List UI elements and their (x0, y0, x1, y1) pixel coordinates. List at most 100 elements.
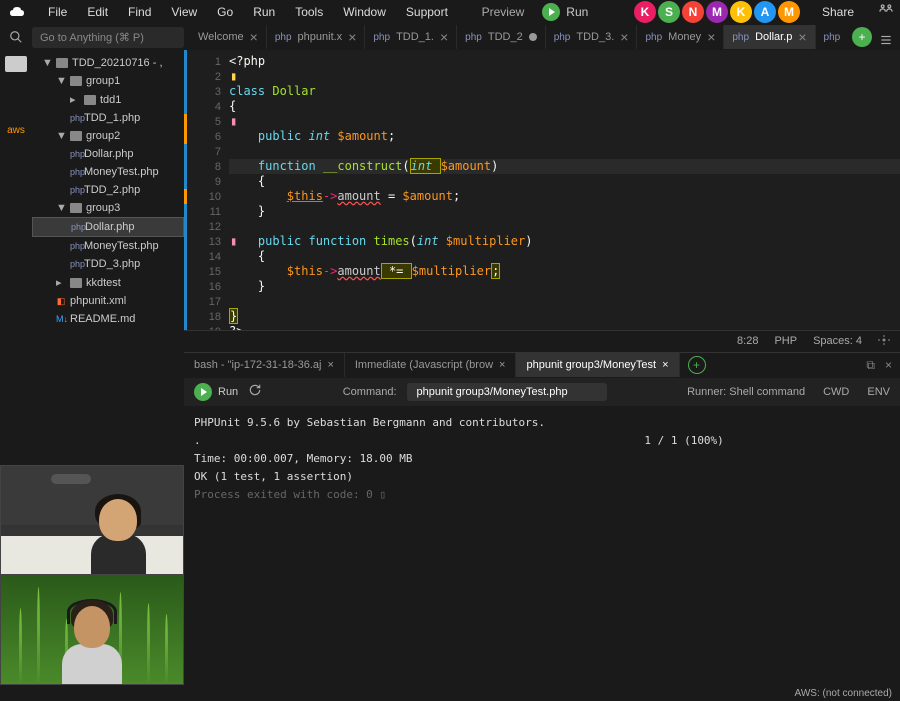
avatar[interactable]: K (730, 1, 752, 23)
tree-item[interactable]: M↓README.md (32, 310, 184, 328)
video-participant-2[interactable] (0, 575, 184, 685)
tree-item[interactable]: ▼group2 (32, 127, 184, 145)
php-icon: php (824, 32, 841, 43)
avatar[interactable]: M (778, 1, 800, 23)
editor-tab[interactable]: phpphpunit.x× (267, 25, 366, 49)
tree-item[interactable]: phpDollar.php (32, 217, 184, 237)
tree-item[interactable]: ▼group3 (32, 199, 184, 217)
chevron-icon: ▼ (42, 57, 52, 69)
folder-icon (70, 203, 82, 213)
play-icon (542, 3, 560, 21)
run-button[interactable]: Run (542, 3, 588, 21)
php-icon: php (373, 32, 390, 43)
editor-tab[interactable]: phpTDD_2 (457, 25, 546, 49)
close-panel-icon[interactable]: × (885, 358, 892, 373)
panel-tab[interactable]: Immediate (Javascript (brow× (345, 353, 517, 377)
menu-tools[interactable]: Tools (287, 2, 331, 22)
code-content[interactable]: <?php▮class Dollar{▮ public int $amount;… (229, 50, 900, 330)
close-icon[interactable]: × (620, 29, 628, 45)
tree-item[interactable]: phpTDD_2.php (32, 181, 184, 199)
close-icon[interactable]: × (499, 359, 505, 371)
aws-icon[interactable]: aws (6, 120, 26, 140)
close-icon[interactable]: × (250, 29, 258, 45)
avatar[interactable]: A (754, 1, 776, 23)
avatar[interactable]: S (658, 1, 680, 23)
php-file-icon: php (70, 259, 80, 269)
indent-setting[interactable]: Spaces: 4 (813, 335, 862, 347)
tree-item[interactable]: phpMoneyTest.php (32, 163, 184, 181)
close-icon[interactable]: × (327, 359, 333, 371)
menu-run[interactable]: Run (245, 2, 283, 22)
line-gutter: 12345678910111213141516171819 (187, 50, 229, 330)
add-panel-tab[interactable]: + (688, 356, 706, 374)
language-mode[interactable]: PHP (774, 335, 797, 347)
close-icon[interactable]: × (798, 29, 806, 45)
editor-tabs: Welcome×phpphpunit.x×phpTDD_1.×phpTDD_2p… (184, 25, 846, 49)
menu-go[interactable]: Go (209, 2, 241, 22)
terminal-output[interactable]: PHPUnit 9.5.6 by Sebastian Bergmann and … (184, 406, 900, 701)
close-icon[interactable]: × (707, 29, 715, 45)
folder-icon (70, 278, 82, 288)
env-button[interactable]: ENV (867, 386, 890, 398)
collab-icon[interactable] (878, 2, 894, 19)
editor-tab[interactable]: phpTDD_1.× (365, 25, 457, 49)
restart-icon[interactable] (248, 383, 262, 400)
add-tab-button[interactable]: + (852, 27, 872, 47)
tree-item[interactable]: ▸tdd1 (32, 90, 184, 109)
php-file-icon: php (70, 113, 80, 123)
menu-find[interactable]: Find (120, 2, 159, 22)
close-icon[interactable]: × (662, 359, 668, 371)
menu-file[interactable]: File (40, 2, 75, 22)
editor-tab[interactable]: phpMoney× (637, 25, 724, 49)
tree-item[interactable]: phpMoneyTest.php (32, 237, 184, 255)
share-button[interactable]: Share (814, 2, 862, 22)
menu-window[interactable]: Window (335, 2, 394, 22)
tree-item[interactable]: phpTDD_1.php (32, 109, 184, 127)
tree-item[interactable]: ▼TDD_20210716 - , (32, 54, 184, 72)
aws-status[interactable]: AWS: (not connected) (795, 688, 892, 699)
tree-item[interactable]: ▼group1 (32, 72, 184, 90)
search-icon[interactable] (0, 30, 32, 44)
video-participant-1[interactable] (0, 465, 184, 575)
source-control-icon[interactable] (6, 86, 26, 106)
menu-edit[interactable]: Edit (79, 2, 116, 22)
maximize-icon[interactable]: ⧉ (866, 358, 875, 373)
close-icon[interactable]: × (440, 29, 448, 45)
php-icon: php (275, 32, 292, 43)
panel-tab[interactable]: phpunit group3/MoneyTest× (516, 353, 679, 377)
tree-item[interactable]: ▸kkdtest (32, 273, 184, 292)
outline-icon[interactable] (879, 33, 893, 50)
avatar[interactable]: K (634, 1, 656, 23)
editor-tab[interactable]: phpDoller.p (816, 25, 846, 49)
dirty-indicator (529, 33, 537, 41)
menu-support[interactable]: Support (398, 2, 456, 22)
avatar[interactable]: N (682, 1, 704, 23)
cwd-button[interactable]: CWD (823, 386, 849, 398)
command-label: Command: (343, 386, 397, 398)
environment-icon[interactable] (5, 56, 27, 72)
editor-tab[interactable]: Welcome× (190, 25, 267, 49)
php-icon: php (554, 32, 571, 43)
cursor-position[interactable]: 8:28 (737, 335, 758, 347)
panel-tabs: bash - "ip-172-31-18-36.aj×Immediate (Ja… (184, 352, 900, 378)
close-icon[interactable]: × (348, 29, 356, 45)
avatar[interactable]: M (706, 1, 728, 23)
chevron-icon: ▼ (56, 75, 66, 87)
tree-item[interactable]: phpTDD_3.php (32, 255, 184, 273)
editor-tab[interactable]: phpDollar.p× (724, 25, 815, 49)
panel-tab[interactable]: bash - "ip-172-31-18-36.aj× (184, 353, 345, 377)
tree-item[interactable]: ◧phpunit.xml (32, 292, 184, 310)
code-editor[interactable]: 12345678910111213141516171819 <?php▮clas… (184, 50, 900, 330)
panel-run-button[interactable]: Run (194, 383, 238, 401)
menu-view[interactable]: View (163, 2, 205, 22)
command-input[interactable]: phpunit group3/MoneyTest.php (407, 383, 607, 401)
runner-select[interactable]: Runner: Shell command (687, 386, 805, 398)
folder-icon (70, 131, 82, 141)
goto-anything-input[interactable]: Go to Anything (⌘ P) (32, 27, 184, 48)
status-gear-icon[interactable] (878, 334, 890, 349)
folder-icon (70, 76, 82, 86)
editor-tab[interactable]: phpTDD_3.× (546, 25, 638, 49)
preview-button[interactable]: Preview (482, 5, 525, 19)
tree-item[interactable]: phpDollar.php (32, 145, 184, 163)
cloud9-logo (8, 5, 28, 19)
